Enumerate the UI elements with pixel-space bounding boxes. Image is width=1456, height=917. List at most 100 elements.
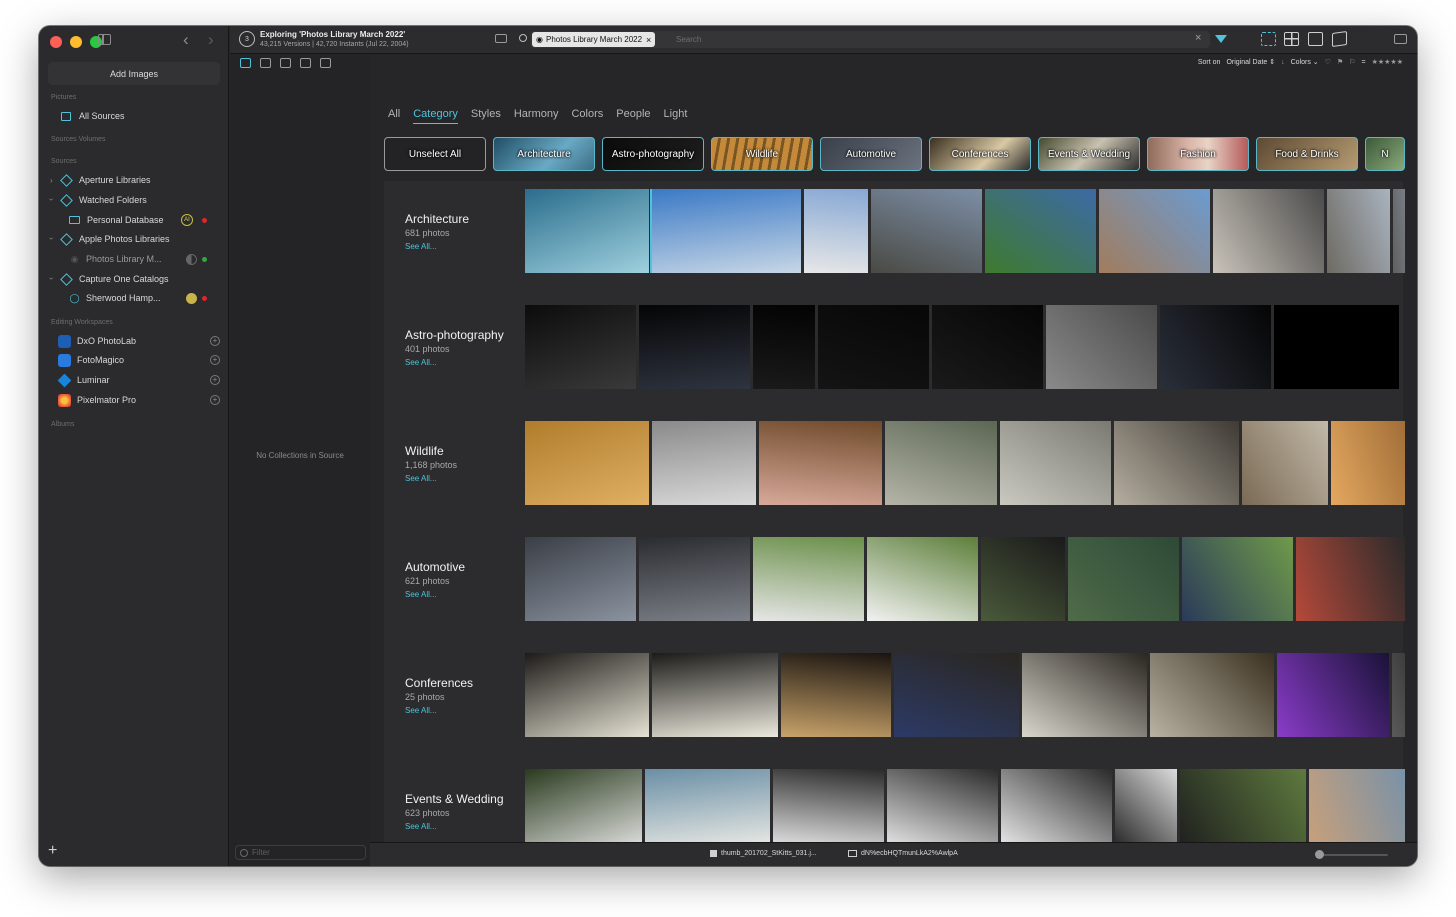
comment-icon[interactable] (495, 34, 507, 43)
chip-astro-photography[interactable]: Astro-photography (602, 137, 704, 171)
tab-styles[interactable]: Styles (471, 108, 501, 124)
photo-thumbnail[interactable] (1150, 653, 1274, 737)
photo-thumbnail[interactable] (525, 189, 652, 273)
photo-thumbnail[interactable] (1182, 537, 1293, 621)
unselect-all-button[interactable]: Unselect All (384, 137, 486, 171)
tab-category[interactable]: Category (413, 108, 458, 124)
slider-knob[interactable] (1315, 850, 1324, 859)
minimize-window-button[interactable] (70, 36, 82, 48)
add-circle-icon[interactable]: + (210, 395, 220, 405)
back-arrow-icon[interactable]: ‹ (183, 30, 189, 50)
chip-events-wedding[interactable]: Events & Wedding (1038, 137, 1140, 171)
see-all-link[interactable]: See All... (405, 242, 437, 251)
search-input[interactable] (676, 33, 1196, 46)
photo-thumbnail[interactable] (645, 769, 770, 853)
photo-thumbnail[interactable] (525, 537, 636, 621)
photo-thumbnail[interactable] (1099, 189, 1210, 273)
chip-wildlife[interactable]: Wildlife (711, 137, 813, 171)
photo-thumbnail[interactable] (759, 421, 882, 505)
see-all-link[interactable]: See All... (405, 590, 437, 599)
photo-thumbnail[interactable] (887, 769, 998, 853)
workspace-dxo-photolab[interactable]: DxO PhotoLab + (58, 334, 229, 348)
photo-thumbnail[interactable] (1309, 769, 1405, 853)
chip-n[interactable]: N (1365, 137, 1405, 171)
photo-thumbnail[interactable] (781, 653, 891, 737)
chevron-right-icon[interactable]: › (50, 176, 53, 185)
single-view-icon[interactable] (1308, 32, 1323, 46)
hierarchy-view-icon[interactable] (1261, 32, 1276, 46)
sort-direction-icon[interactable]: ↓ (1281, 59, 1285, 66)
photo-thumbnail[interactable] (1068, 537, 1179, 621)
chevron-down-icon[interactable]: › (47, 198, 56, 201)
sidebar-toggle-icon[interactable] (98, 34, 111, 45)
tab-light[interactable]: Light (664, 108, 688, 124)
see-all-link[interactable]: See All... (405, 358, 437, 367)
calendar-icon[interactable] (260, 58, 271, 68)
albums-icon[interactable] (320, 58, 331, 68)
sidebar-item-watched-folders[interactable]: Watched Folders (60, 193, 147, 207)
chip-food-drinks[interactable]: Food & Drinks (1256, 137, 1358, 171)
workspace-luminar[interactable]: Luminar + (57, 373, 229, 387)
close-window-button[interactable] (50, 36, 62, 48)
sidebar-item-personal-database[interactable]: Personal Database AI (69, 213, 229, 227)
photo-thumbnail[interactable] (1046, 305, 1157, 389)
photo-thumbnail[interactable] (652, 653, 778, 737)
sidebar-item-apple-photos-libraries[interactable]: Apple Photos Libraries (60, 232, 170, 246)
photo-thumbnail[interactable] (639, 305, 750, 389)
chevron-down-icon[interactable]: › (47, 237, 56, 240)
tab-people[interactable]: People (616, 108, 650, 124)
sidebar-item-photos-library[interactable]: ◉ Photos Library M... (69, 252, 229, 266)
photo-thumbnail[interactable] (871, 189, 982, 273)
grid-view-icon[interactable] (1284, 32, 1299, 46)
photo-thumbnail[interactable] (1114, 421, 1239, 505)
sidebar-item-capture-one-catalogs[interactable]: Capture One Catalogs (60, 272, 169, 286)
photo-thumbnail[interactable] (525, 769, 642, 853)
tag-icon[interactable] (280, 58, 291, 68)
photo-thumbnail[interactable] (652, 421, 756, 505)
photo-thumbnail[interactable] (773, 769, 884, 853)
photo-thumbnail[interactable] (1392, 653, 1405, 737)
photo-thumbnail[interactable] (1022, 653, 1147, 737)
flag-outline-icon[interactable]: ⚐ (1349, 58, 1355, 66)
see-all-link[interactable]: See All... (405, 706, 437, 715)
sort-value-select[interactable]: Original Date ⇕ (1226, 58, 1275, 66)
workspace-pixelmator-pro[interactable]: Pixelmator Pro + (58, 393, 229, 407)
photo-thumbnail[interactable] (894, 653, 1019, 737)
photo-thumbnail[interactable] (639, 537, 750, 621)
photo-thumbnail[interactable] (1001, 769, 1112, 853)
chip-fashion[interactable]: Fashion (1147, 137, 1249, 171)
photo-thumbnail[interactable] (1277, 653, 1389, 737)
hierarchy-icon[interactable] (240, 58, 251, 68)
clear-search-icon[interactable]: × (1195, 32, 1201, 44)
photo-thumbnail[interactable] (985, 189, 1096, 273)
rating-operator[interactable]: = (1362, 59, 1366, 66)
see-all-link[interactable]: See All... (405, 474, 437, 483)
chip-conferences[interactable]: Conferences (929, 137, 1031, 171)
add-circle-icon[interactable]: + (210, 375, 220, 385)
photo-thumbnail[interactable] (804, 189, 868, 273)
chip-automotive[interactable]: Automotive (820, 137, 922, 171)
add-plus-icon[interactable]: + (48, 842, 57, 860)
chevron-down-icon[interactable]: › (47, 277, 56, 280)
photo-thumbnail[interactable] (1213, 189, 1324, 273)
photo-thumbnail[interactable] (753, 305, 815, 389)
remove-token-icon[interactable]: × (646, 35, 651, 45)
sidebar-item-aperture-libraries[interactable]: Aperture Libraries (60, 173, 151, 187)
flag-icon[interactable]: ⚑ (1337, 58, 1343, 66)
photo-thumbnail[interactable] (1160, 305, 1271, 389)
photo-thumbnail[interactable] (867, 537, 978, 621)
search-token[interactable]: ◉ Photos Library March 2022 × (532, 32, 656, 47)
thumbnail-size-slider[interactable] (1315, 850, 1388, 859)
filter-funnel-icon[interactable] (1215, 35, 1227, 43)
filter-field[interactable]: Filter (235, 845, 366, 860)
add-circle-icon[interactable]: + (210, 355, 220, 365)
photo-thumbnail[interactable] (1327, 189, 1390, 273)
photo-thumbnail[interactable] (1296, 537, 1405, 621)
tab-colors[interactable]: Colors (571, 108, 603, 124)
sidebar-item-sherwood[interactable]: ◯ Sherwood Hamp... (69, 291, 229, 305)
photo-thumbnail[interactable] (1274, 305, 1399, 389)
colors-dropdown[interactable]: Colors ⌄ (1291, 58, 1319, 66)
photo-thumbnail[interactable] (1242, 421, 1328, 505)
photo-thumbnail[interactable] (1000, 421, 1111, 505)
photo-thumbnail[interactable] (1115, 769, 1177, 853)
